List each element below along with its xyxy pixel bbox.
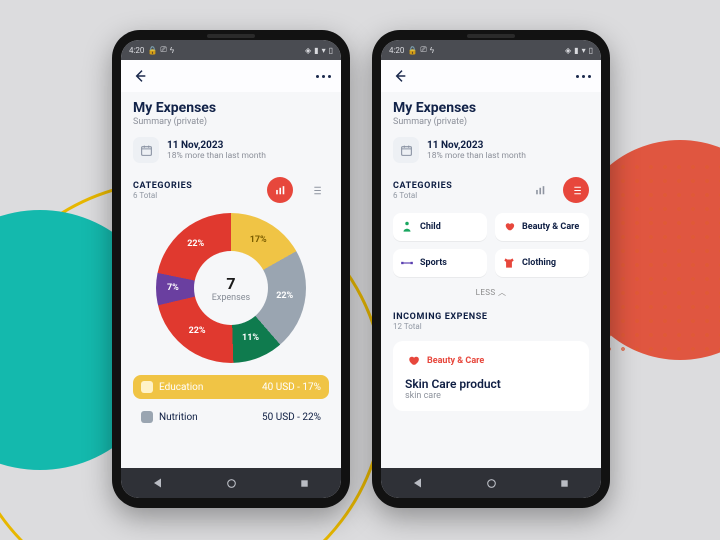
view-chart-button[interactable]: [267, 177, 293, 203]
chevron-up-icon: ︿: [498, 288, 506, 297]
incoming-expense-card[interactable]: Beauty & Care Skin Care product skin car…: [393, 341, 589, 411]
lock-icon: 🔒: [407, 46, 417, 55]
child-icon: [400, 220, 414, 234]
calendar-button[interactable]: [393, 137, 419, 163]
phone-left: 4:20🔒⎚ ϟ ◈▮ ▾▯ My Expenses Summary (privat…: [112, 30, 350, 508]
view-list-button[interactable]: [303, 177, 329, 203]
categories-heading: CATEGORIES: [393, 181, 452, 191]
delta-label: 18% more than last month: [427, 151, 526, 161]
status-bar: 4:20🔒⎚ ϟ ◈▮ ▾▯: [381, 40, 601, 60]
bolt-icon: ϟ: [170, 46, 174, 55]
collapse-button[interactable]: LESS ︿: [393, 287, 589, 298]
categories-total: 6 Total: [133, 191, 192, 200]
legend-row-education[interactable]: Education 40 USD - 17%: [133, 375, 329, 399]
chart-icon: [534, 184, 547, 197]
app-bar: [121, 60, 341, 92]
beauty-icon: [502, 220, 516, 234]
expense-category: Beauty & Care: [427, 356, 484, 366]
donut-slice-label: 17%: [250, 235, 267, 245]
delta-label: 18% more than last month: [167, 151, 266, 161]
page-title: My Expenses: [393, 100, 589, 116]
donut-slice-label: 22%: [276, 291, 293, 301]
donut-slice-label: 22%: [187, 239, 204, 249]
category-card-clothing[interactable]: Clothing: [495, 249, 589, 277]
cast-icon: ⎚: [420, 45, 426, 55]
back-button[interactable]: [391, 67, 409, 85]
more-menu-button[interactable]: [316, 75, 331, 78]
donut-center-number: 7: [226, 274, 235, 293]
battery-icon: ▯: [329, 46, 333, 55]
date-label: 11 Nov,2023: [167, 140, 266, 151]
category-card-beauty[interactable]: Beauty & Care: [495, 213, 589, 241]
nav-recents-button[interactable]: [299, 478, 310, 489]
clothing-icon: [502, 256, 516, 270]
category-card-sports[interactable]: Sports: [393, 249, 487, 277]
phone-right: 4:20🔒⎚ ϟ ◈▮ ▾▯ My Expenses Summary (privat…: [372, 30, 610, 508]
beauty-icon: [405, 353, 421, 369]
categories-total: 6 Total: [393, 191, 452, 200]
nav-recents-button[interactable]: [559, 478, 570, 489]
back-button[interactable]: [131, 67, 149, 85]
signal-icon: ▮: [574, 46, 578, 55]
legend-row-nutrition[interactable]: Nutrition 50 USD - 22%: [133, 405, 329, 429]
categories-heading: CATEGORIES: [133, 181, 192, 191]
incoming-heading: INCOMING EXPENSE: [393, 312, 589, 322]
location-icon: ◈: [305, 46, 311, 55]
incoming-total: 12 Total: [393, 322, 589, 331]
calendar-button[interactable]: [133, 137, 159, 163]
page-subtitle: Summary (private): [133, 117, 329, 127]
nav-home-button[interactable]: [485, 477, 498, 490]
cast-icon: ⎚: [160, 45, 166, 55]
android-nav-bar: [121, 468, 341, 498]
nav-home-button[interactable]: [225, 477, 238, 490]
date-label: 11 Nov,2023: [427, 140, 526, 151]
nav-back-button[interactable]: [412, 477, 424, 489]
signal-icon: ▮: [314, 46, 318, 55]
expense-name: Skin Care product: [405, 377, 577, 391]
battery-icon: ▯: [589, 46, 593, 55]
donut-slice-label: 7%: [167, 283, 179, 293]
sports-icon: [400, 256, 414, 270]
donut-center-word: Expenses: [212, 293, 250, 303]
android-nav-bar: [381, 468, 601, 498]
wifi-icon: ▾: [582, 46, 586, 55]
donut-slice-label: 22%: [189, 326, 206, 336]
expenses-donut-chart: 7 Expenses 17% 22% 11% 22% 7% 22%: [156, 213, 306, 363]
view-chart-button[interactable]: [527, 177, 553, 203]
status-time: 4:20: [129, 46, 144, 55]
lock-icon: 🔒: [147, 46, 157, 55]
location-icon: ◈: [565, 46, 571, 55]
page-subtitle: Summary (private): [393, 117, 589, 127]
bolt-icon: ϟ: [430, 46, 434, 55]
list-icon: [310, 184, 323, 197]
app-bar: [381, 60, 601, 92]
nav-back-button[interactable]: [152, 477, 164, 489]
status-time: 4:20: [389, 46, 404, 55]
list-icon: [570, 184, 583, 197]
wifi-icon: ▾: [322, 46, 326, 55]
expense-subtitle: skin care: [405, 391, 577, 401]
chart-icon: [274, 184, 287, 197]
donut-slice-label: 11%: [242, 333, 259, 343]
calendar-icon: [400, 144, 413, 157]
more-menu-button[interactable]: [576, 75, 591, 78]
calendar-icon: [140, 144, 153, 157]
status-bar: 4:20🔒⎚ ϟ ◈▮ ▾▯: [121, 40, 341, 60]
page-title: My Expenses: [133, 100, 329, 116]
view-list-button[interactable]: [563, 177, 589, 203]
category-card-child[interactable]: Child: [393, 213, 487, 241]
